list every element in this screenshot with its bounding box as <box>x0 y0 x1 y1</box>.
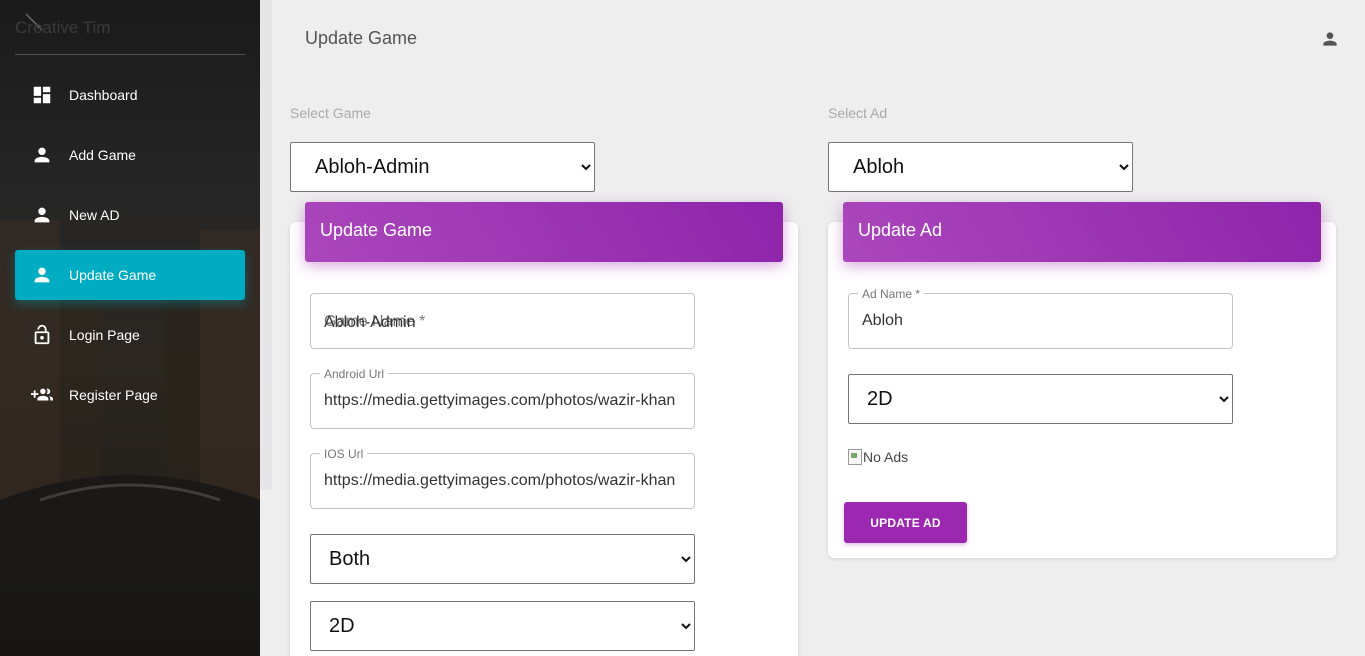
sidebar-item-label: Login Page <box>69 327 140 343</box>
brand-name: Creative Tim <box>15 18 111 37</box>
sidebar-nav: Dashboard Add Game New AD Update Game Lo… <box>15 70 245 430</box>
sidebar-item-label: Register Page <box>69 387 158 403</box>
android-url-value: https://media.gettyimages.com/photos/waz… <box>324 392 676 409</box>
sidebar-item-dashboard[interactable]: Dashboard <box>15 70 245 120</box>
update-game-card <box>290 222 798 656</box>
group-add-icon <box>31 388 53 401</box>
ios-url-field[interactable]: IOS Url https://media.gettyimages.com/ph… <box>310 447 695 509</box>
game-name-field[interactable]: Game Name * Abloh-Admin <box>310 293 695 349</box>
update-game-card-header: Update Game <box>305 202 783 262</box>
sidebar-item-update-game[interactable]: Update Game <box>15 250 245 300</box>
android-url-label: Android Url <box>320 367 389 381</box>
ad-name-field[interactable]: Ad Name * Abloh <box>848 287 1233 349</box>
person-icon <box>34 267 50 283</box>
page-title: Update Game <box>305 28 418 48</box>
ad-image-alt-text: No Ads <box>863 449 909 465</box>
dashboard-icon <box>33 86 51 104</box>
sidebar-item-new-ad[interactable]: New AD <box>15 190 245 240</box>
game-dimension-select[interactable]: 2D <box>310 601 695 651</box>
ad-name-value: Abloh <box>862 312 903 329</box>
sidebar-scrollbar-track[interactable] <box>260 0 272 490</box>
sidebar-item-label: Add Game <box>69 147 136 163</box>
person-icon <box>34 147 50 163</box>
ios-url-value: https://media.gettyimages.com/photos/waz… <box>324 472 676 489</box>
select-game-label: Select Game <box>290 105 371 121</box>
game-name-value: Abloh-Admin <box>324 314 416 331</box>
brand[interactable]: Creative Tim <box>15 13 245 55</box>
ad-name-label: Ad Name * <box>858 287 925 301</box>
android-url-field[interactable]: Android Url https://media.gettyimages.co… <box>310 367 695 429</box>
account-person-icon[interactable] <box>1320 29 1340 49</box>
person-icon <box>34 207 50 223</box>
lock-icon <box>34 324 50 345</box>
ios-url-label: IOS Url <box>320 447 368 461</box>
platform-select[interactable]: Both <box>310 534 695 584</box>
sidebar-item-login-page[interactable]: Login Page <box>15 310 245 360</box>
update-ad-button[interactable]: UPDATE AD <box>844 502 967 543</box>
sidebar-item-label: Update Game <box>69 267 157 283</box>
select-ad-dropdown[interactable]: Abloh <box>828 142 1133 192</box>
select-ad-label: Select Ad <box>828 105 888 121</box>
select-game-dropdown[interactable]: Abloh-Admin <box>290 142 595 192</box>
ad-dimension-select[interactable]: 2D <box>848 374 1233 424</box>
sidebar-item-register-page[interactable]: Register Page <box>15 370 245 420</box>
sidebar-item-label: Dashboard <box>69 87 138 103</box>
ad-image-placeholder: No Ads <box>848 449 908 465</box>
update-ad-card-header: Update Ad <box>843 202 1321 262</box>
sidebar: Creative Tim Dashboard Add Game New AD U… <box>0 0 260 656</box>
sidebar-item-add-game[interactable]: Add Game <box>15 130 245 180</box>
sidebar-item-label: New AD <box>69 207 120 223</box>
broken-image-icon <box>848 449 862 465</box>
